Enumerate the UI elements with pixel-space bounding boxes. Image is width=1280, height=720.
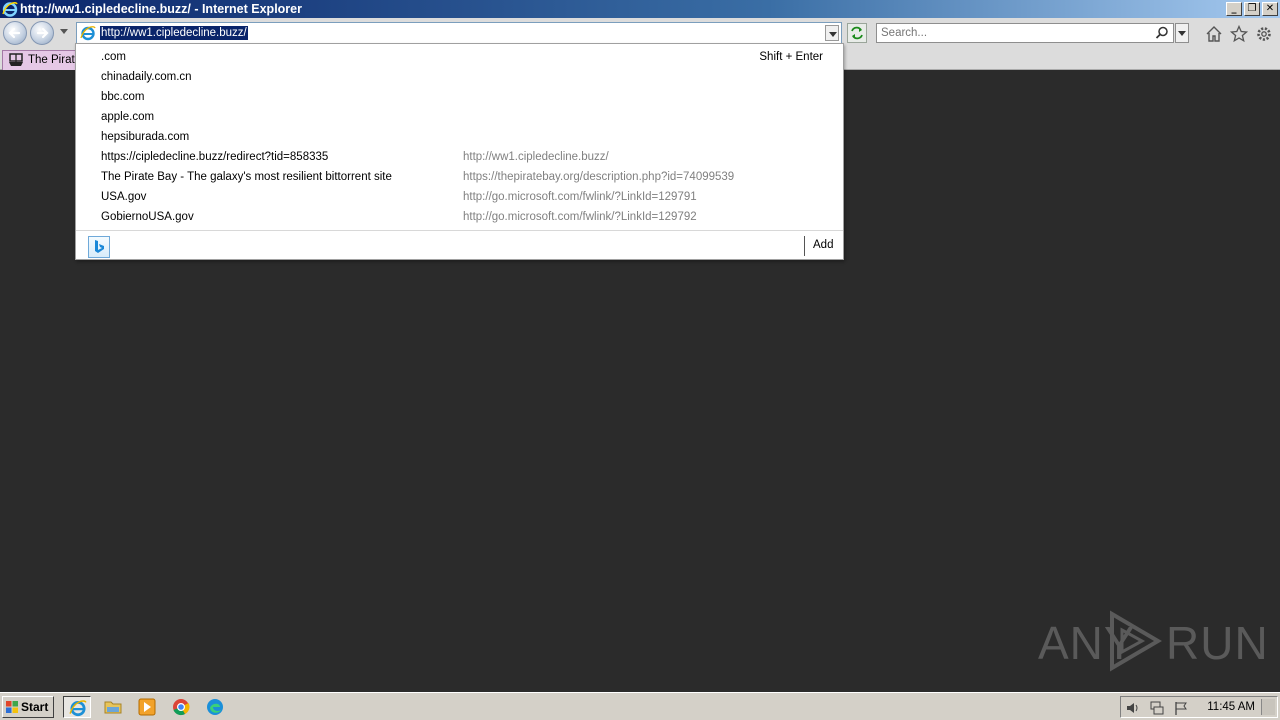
- dropdown-item-label: https://cipledecline.buzz/redirect?tid=8…: [101, 151, 329, 163]
- tab-pirate-bay[interactable]: The Pirate: [2, 50, 76, 70]
- anyrun-watermark: ANY RUN: [1038, 608, 1268, 674]
- dropdown-item[interactable]: apple.com: [76, 107, 843, 127]
- internet-explorer-icon: [80, 26, 96, 41]
- tab-label: The Pirate: [28, 54, 76, 66]
- dropdown-item[interactable]: https://cipledecline.buzz/redirect?tid=8…: [76, 147, 843, 167]
- dropdown-item-label: bbc.com: [101, 91, 145, 103]
- taskbar-file-explorer[interactable]: [99, 696, 127, 718]
- search-box[interactable]: [876, 23, 1174, 43]
- close-button[interactable]: ✕: [1262, 2, 1278, 16]
- refresh-icon: [851, 26, 863, 40]
- taskbar-edge[interactable]: [201, 696, 229, 718]
- dropdown-item[interactable]: hepsiburada.com: [76, 127, 843, 147]
- internet-explorer-icon: [2, 2, 18, 17]
- home-icon[interactable]: [1205, 25, 1223, 43]
- address-bar[interactable]: http://ww1.cipledecline.buzz/: [76, 22, 842, 44]
- address-input[interactable]: http://ww1.cipledecline.buzz/: [100, 26, 248, 40]
- taskbar-chrome[interactable]: [167, 696, 195, 718]
- dropdown-item[interactable]: USA.gov http://go.microsoft.com/fwlink/?…: [76, 187, 843, 207]
- dropdown-item-url: http://go.microsoft.com/fwlink/?LinkId=1…: [463, 211, 697, 223]
- action-center-flag-icon[interactable]: [1173, 700, 1189, 716]
- favorites-star-icon[interactable]: [1230, 25, 1248, 43]
- minimize-button[interactable]: _: [1226, 2, 1242, 16]
- dropdown-item-label: hepsiburada.com: [101, 131, 190, 143]
- chrome-icon: [173, 699, 190, 716]
- back-button[interactable]: [3, 21, 27, 45]
- back-arrow-icon: [8, 27, 21, 39]
- dropdown-item[interactable]: The Pirate Bay - The galaxy's most resil…: [76, 167, 843, 187]
- dropdown-item-url: https://thepiratebay.org/description.php…: [463, 171, 735, 183]
- dropdown-item-hint: Shift + Enter: [759, 51, 823, 63]
- dropdown-item-label: GobiernoUSA.gov: [101, 211, 194, 223]
- refresh-button[interactable]: [847, 23, 867, 43]
- windows-logo-icon: [6, 701, 18, 713]
- forward-arrow-icon: [36, 27, 49, 39]
- dropdown-item-label: chinadaily.com.cn: [101, 71, 192, 83]
- footer-separator: [804, 236, 805, 256]
- edge-icon: [207, 699, 223, 715]
- dropdown-item-url: http://ww1.cipledecline.buzz/: [463, 151, 609, 163]
- forward-button[interactable]: [30, 21, 54, 45]
- search-icon[interactable]: [1155, 26, 1169, 40]
- dropdown-shortcut-item[interactable]: .com Shift + Enter: [76, 47, 843, 67]
- window-title: http://ww1.cipledecline.buzz/ - Internet…: [20, 2, 302, 16]
- pirate-ship-icon: [9, 53, 23, 66]
- dropdown-item-label: apple.com: [101, 111, 155, 123]
- bing-search-button[interactable]: [88, 236, 110, 258]
- dropdown-item[interactable]: GobiernoUSA.gov http://go.microsoft.com/…: [76, 207, 843, 227]
- start-label: Start: [21, 700, 49, 714]
- add-search-provider-button[interactable]: Add: [813, 239, 833, 251]
- dropdown-item[interactable]: chinadaily.com.cn: [76, 67, 843, 87]
- watermark-text-run: RUN: [1166, 617, 1269, 669]
- media-player-icon: [138, 698, 156, 716]
- recent-pages-dropdown[interactable]: [60, 29, 68, 34]
- window-titlebar: http://ww1.cipledecline.buzz/ - Internet…: [0, 0, 1280, 18]
- taskbar: Start 11:45 AM: [0, 692, 1280, 720]
- dropdown-footer: Add: [76, 230, 843, 261]
- address-dropdown-button[interactable]: [825, 25, 839, 41]
- bing-icon: [95, 240, 104, 253]
- network-icon[interactable]: [1149, 700, 1165, 716]
- search-provider-dropdown[interactable]: [1175, 23, 1189, 43]
- restore-button[interactable]: ❐: [1244, 2, 1260, 16]
- show-desktop-button[interactable]: [1261, 699, 1275, 715]
- taskbar-clock[interactable]: 11:45 AM: [1207, 701, 1255, 713]
- dropdown-item-url: http://go.microsoft.com/fwlink/?LinkId=1…: [463, 191, 697, 203]
- dropdown-item-label: .com: [101, 51, 126, 63]
- start-button[interactable]: Start: [2, 696, 54, 718]
- search-input[interactable]: [877, 24, 1147, 42]
- system-tray: 11:45 AM: [1120, 696, 1278, 718]
- internet-explorer-icon: [69, 700, 87, 717]
- address-autocomplete-dropdown: .com Shift + Enter chinadaily.com.cn bbc…: [75, 43, 844, 260]
- play-logo-icon: [1110, 610, 1162, 672]
- dropdown-item-label: USA.gov: [101, 191, 147, 203]
- dropdown-item[interactable]: bbc.com: [76, 87, 843, 107]
- taskbar-internet-explorer[interactable]: [63, 696, 91, 718]
- dropdown-item-label: The Pirate Bay - The galaxy's most resil…: [101, 171, 392, 183]
- folder-icon: [104, 701, 122, 714]
- gear-icon[interactable]: [1255, 25, 1273, 43]
- volume-icon[interactable]: [1125, 700, 1141, 716]
- taskbar-media-player[interactable]: [133, 696, 161, 718]
